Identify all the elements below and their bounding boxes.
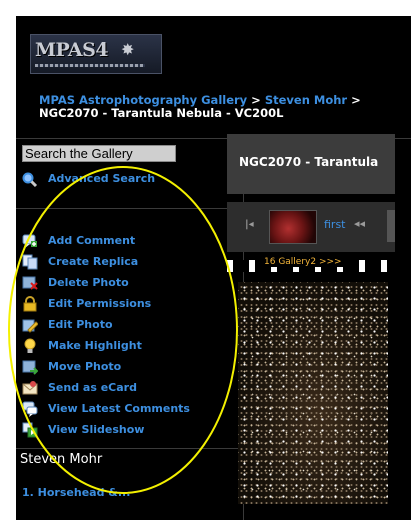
edit-photo-action[interactable]: Edit Photo	[22, 316, 222, 334]
owner-name: Steven Mohr	[20, 452, 103, 467]
make-highlight-action[interactable]: Make Highlight	[22, 337, 222, 355]
photo-title-bar: NGC2070 - Tarantula	[227, 134, 395, 194]
lock-icon	[23, 296, 37, 312]
magnifier-icon	[22, 172, 38, 188]
previous-arrow-icon[interactable]: ◂◂	[354, 217, 365, 230]
gallery-link[interactable]: 16 Gallery2 >>>	[262, 257, 344, 267]
send-ecard-action[interactable]: Send as eCard	[22, 379, 222, 397]
comment-icon	[22, 234, 37, 248]
add-comment-action[interactable]: Add Comment	[22, 232, 222, 250]
first-arrow-icon[interactable]: |◂	[245, 219, 254, 230]
breadcrumb-separator: >	[247, 93, 265, 107]
action-label: Send as eCard	[48, 381, 137, 394]
move-photo-action[interactable]: Move Photo	[22, 358, 222, 376]
action-label: Move Photo	[48, 360, 122, 373]
view-slideshow-action[interactable]: View Slideshow	[22, 421, 222, 439]
view-latest-comments-action[interactable]: View Latest Comments	[22, 400, 222, 418]
action-label: View Latest Comments	[48, 402, 190, 415]
star-icon: ✸	[121, 40, 135, 59]
action-label: Create Replica	[48, 255, 139, 268]
action-label: Add Comment	[48, 234, 136, 247]
comments-icon	[22, 401, 38, 417]
first-photo-thumbnail[interactable]	[269, 210, 317, 244]
photo-nav-bar: |◂ first ◂◂	[227, 202, 395, 252]
site-logo[interactable]: MPAS4 ✸	[30, 34, 162, 74]
search-input[interactable]	[22, 145, 176, 162]
action-label: Edit Permissions	[48, 297, 152, 310]
breadcrumb-user-link[interactable]: Steven Mohr	[265, 93, 347, 107]
action-label: View Slideshow	[48, 423, 145, 436]
advanced-search-label: Advanced Search	[48, 172, 156, 185]
copy-icon	[22, 254, 38, 270]
action-label: Delete Photo	[48, 276, 129, 289]
edit-permissions-action[interactable]: Edit Permissions	[22, 295, 222, 313]
delete-icon	[22, 276, 38, 290]
breadcrumb-gallery-link[interactable]: MPAS Astrophotography Gallery	[39, 93, 247, 107]
logo-tagline	[35, 64, 145, 67]
action-label: Make Highlight	[48, 339, 142, 352]
slideshow-icon	[22, 422, 38, 438]
create-replica-action[interactable]: Create Replica	[22, 253, 222, 271]
pencil-icon	[22, 319, 38, 333]
logo-text: MPAS4	[35, 39, 109, 61]
photo-image[interactable]	[238, 282, 388, 504]
envelope-icon	[22, 381, 38, 395]
divider	[16, 208, 243, 209]
divider	[16, 448, 243, 449]
album-item[interactable]: 1. Horsehead &...	[22, 486, 130, 499]
breadcrumb-current: NGC2070 - Tarantula Nebula - VC200L	[39, 106, 284, 120]
breadcrumb-separator: >	[347, 93, 361, 107]
move-icon	[22, 360, 38, 375]
delete-photo-action[interactable]: Delete Photo	[22, 274, 222, 292]
bulb-icon	[24, 338, 36, 353]
first-link[interactable]: first	[324, 218, 346, 231]
action-label: Edit Photo	[48, 318, 113, 331]
photo-title: NGC2070 - Tarantula	[239, 155, 379, 169]
next-thumbnail-edge[interactable]	[387, 210, 395, 242]
breadcrumb: MPAS Astrophotography Gallery > Steven M…	[39, 94, 369, 120]
